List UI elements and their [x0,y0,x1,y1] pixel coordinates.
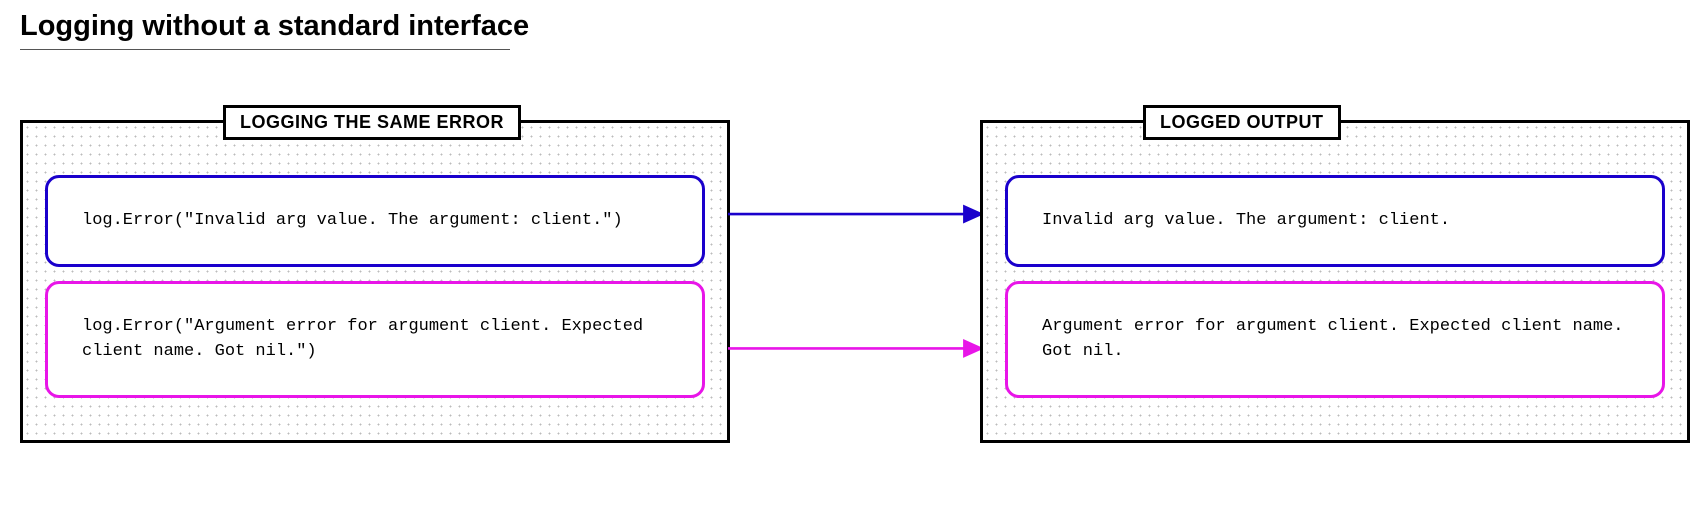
title-underline [20,49,510,50]
output-box-blue: Invalid arg value. The argument: client. [1005,175,1665,267]
panel-label-right: LOGGED OUTPUT [1143,105,1341,140]
panel-label-left: LOGGING THE SAME ERROR [223,105,521,140]
code-box-magenta-input: log.Error("Argument error for argument c… [45,281,705,398]
connector-column [730,120,980,443]
arrows-svg [730,120,980,443]
diagram-row: LOGGING THE SAME ERROR log.Error("Invali… [20,120,1684,443]
panel-logged-output: LOGGED OUTPUT Invalid arg value. The arg… [980,120,1690,443]
code-box-blue-input: log.Error("Invalid arg value. The argume… [45,175,705,267]
panel-logging-input: LOGGING THE SAME ERROR log.Error("Invali… [20,120,730,443]
output-box-magenta: Argument error for argument client. Expe… [1005,281,1665,398]
diagram-title: Logging without a standard interface [20,10,1684,43]
